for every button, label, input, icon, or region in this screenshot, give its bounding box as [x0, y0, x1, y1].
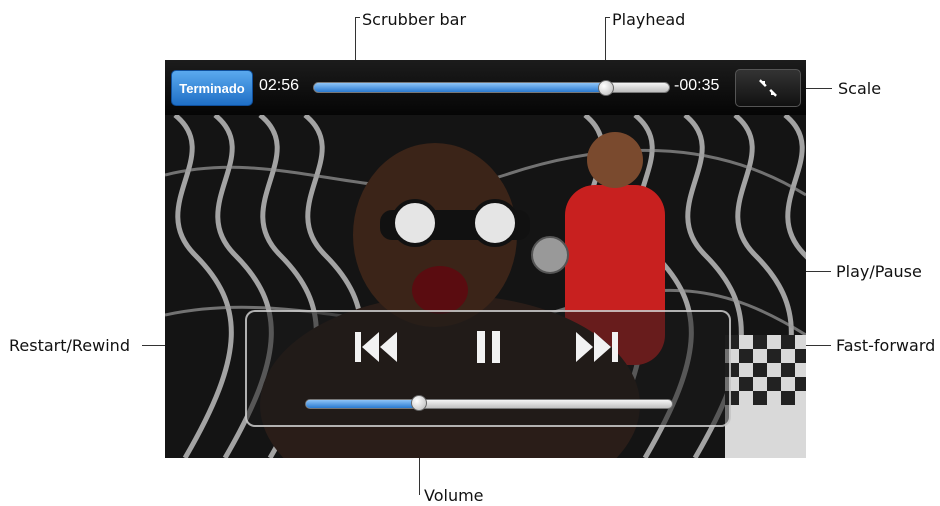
callout-scrubber-bar: Scrubber bar [362, 10, 467, 29]
leader-playhead-tick [605, 17, 610, 18]
volume-slider[interactable] [305, 399, 673, 409]
volume-knob[interactable] [411, 395, 428, 411]
callout-fast-forward: Fast-forward [836, 336, 936, 355]
rewind-icon[interactable] [353, 330, 399, 364]
scrubber-bar[interactable] [313, 82, 670, 93]
remaining-time: -00:35 [674, 77, 720, 94]
callout-scale: Scale [838, 79, 882, 98]
volume-level-fill [306, 400, 420, 408]
callout-playhead: Playhead [612, 10, 686, 29]
scale-icon [759, 79, 777, 97]
fast-forward-icon[interactable] [574, 330, 620, 364]
pause-icon[interactable] [475, 329, 503, 365]
callout-volume: Volume [424, 486, 484, 505]
elapsed-time: 02:56 [259, 77, 300, 94]
callout-play-pause: Play/Pause [836, 262, 922, 281]
scrubber-progress [314, 83, 606, 92]
playback-controls-panel [245, 310, 731, 427]
scale-button[interactable] [735, 69, 801, 107]
leader-scrubber-tick [355, 17, 360, 18]
top-bar: Terminado 02:56 -00:35 [165, 60, 806, 115]
video-screen: Terminado 02:56 -00:35 [165, 60, 806, 458]
playhead[interactable] [597, 80, 614, 96]
callout-restart-rewind: Restart/Rewind [9, 336, 130, 355]
done-button[interactable]: Terminado [171, 70, 253, 106]
